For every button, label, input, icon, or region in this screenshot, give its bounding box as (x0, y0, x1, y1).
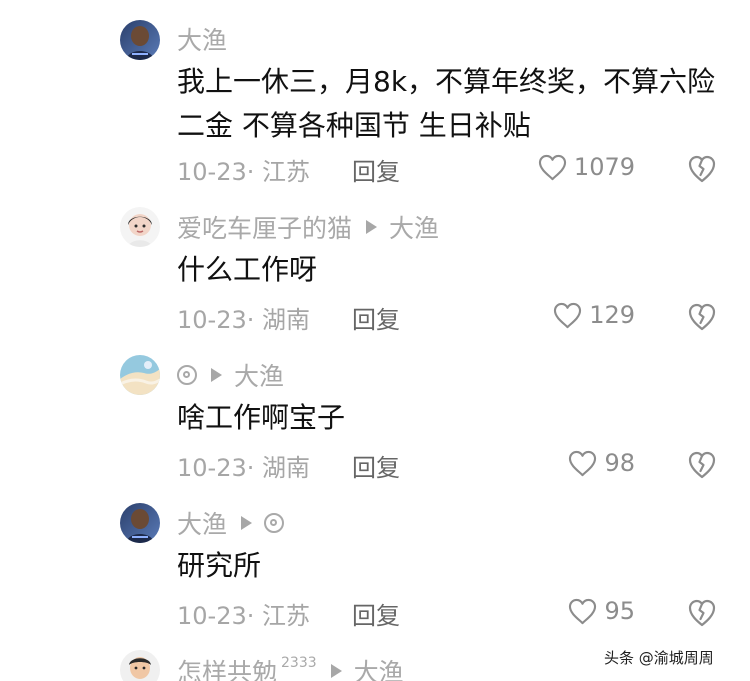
comment-5: 怎样共勉 2333 大渔 (0, 0, 750, 681)
avatar[interactable] (120, 650, 160, 681)
comment-author-line: 怎样共勉 2333 大渔 (177, 654, 404, 681)
comment-thread: 大渔 我上一休三，月8k，不算年终奖，不算六险二金 不算各种国节 生日补贴 10… (0, 0, 750, 681)
reply-to-author[interactable]: 大渔 (354, 653, 404, 681)
comment-author[interactable]: 怎样共勉 (177, 653, 277, 681)
watermark: 头条 @渝城周周 (604, 648, 714, 667)
play-arrow-icon (330, 664, 342, 678)
author-suffix: 2333 (281, 655, 317, 671)
